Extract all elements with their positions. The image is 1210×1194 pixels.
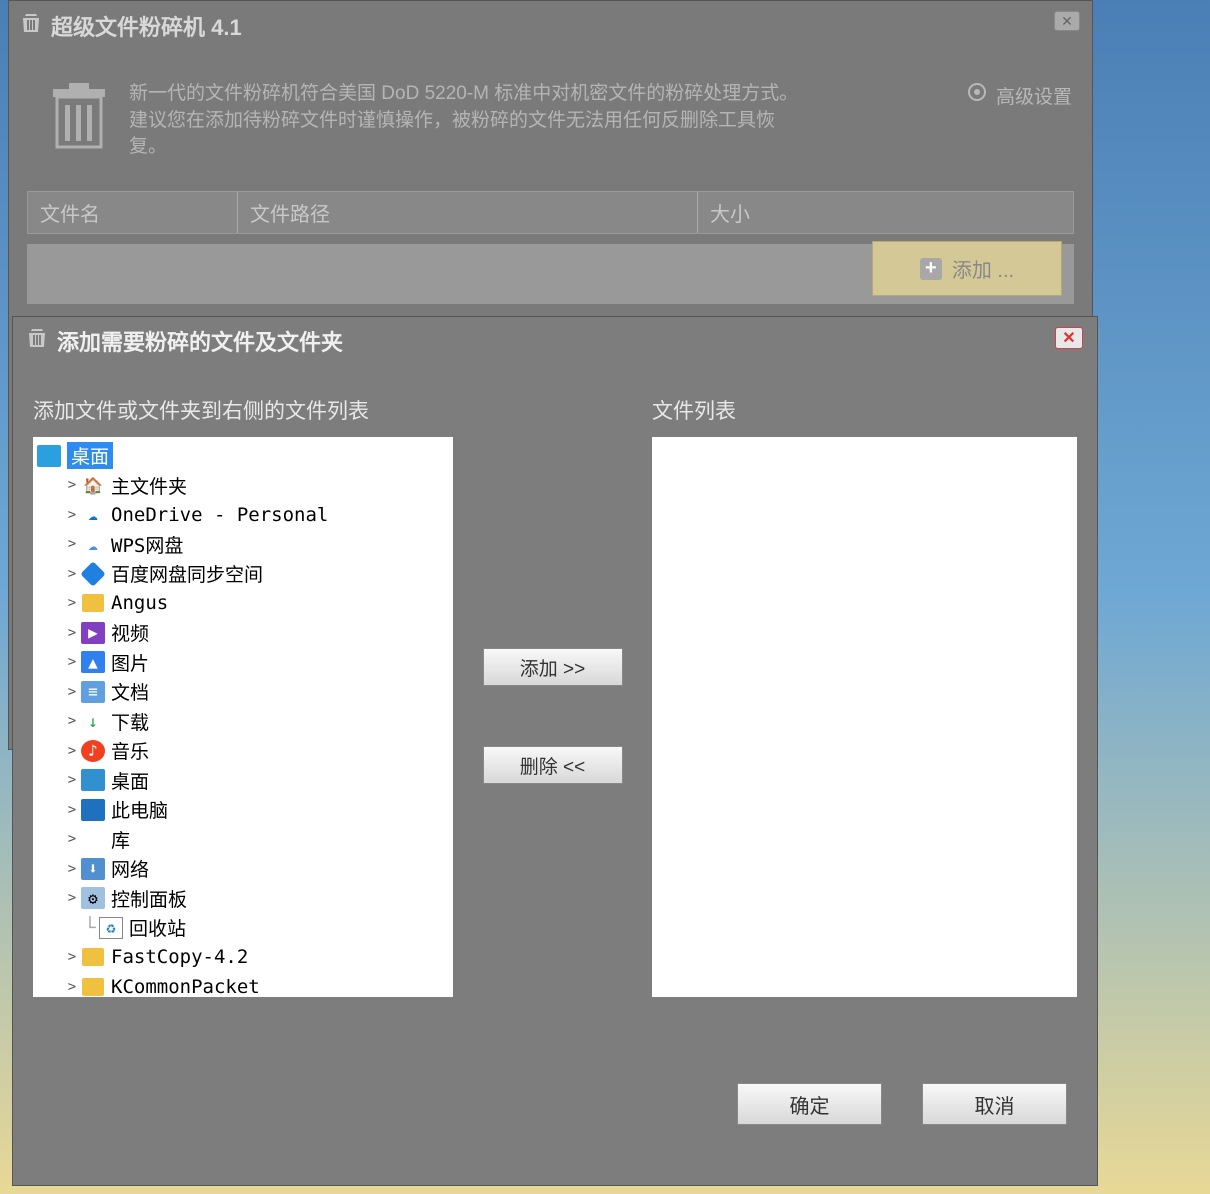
trash-icon bbox=[21, 12, 41, 40]
tree-item[interactable]: >🏠主文件夹 bbox=[35, 471, 451, 501]
chevron-right-icon[interactable]: > bbox=[63, 654, 81, 670]
tree-item-label: 主文件夹 bbox=[111, 472, 187, 499]
tree-item-label: 桌面 bbox=[111, 767, 149, 794]
dialog-titlebar: 添加需要粉碎的文件及文件夹 bbox=[13, 317, 1097, 365]
tree-item-label: 回收站 bbox=[129, 914, 186, 941]
add-label: 添加 ... bbox=[952, 254, 1014, 283]
ok-button[interactable]: 确定 bbox=[737, 1083, 882, 1125]
tree-item[interactable]: >▲图片 bbox=[35, 648, 451, 678]
info-panel: 新一代的文件粉碎机符合美国 DoD 5220-M 标准中对机密文件的粉碎处理方式… bbox=[9, 51, 1092, 181]
tree-item[interactable]: >▶视频 bbox=[35, 618, 451, 648]
tree-item[interactable]: >库 bbox=[35, 825, 451, 855]
tree-item[interactable]: > KCommonPacket bbox=[35, 972, 451, 997]
tree-item-label: WPS网盘 bbox=[111, 531, 183, 558]
tree-item-label: 此电脑 bbox=[111, 796, 168, 823]
tree-item-label: 库 bbox=[111, 826, 130, 853]
chevron-right-icon[interactable]: > bbox=[63, 536, 81, 552]
add-file-button[interactable]: + 添加 ... bbox=[872, 241, 1062, 296]
chevron-right-icon[interactable]: > bbox=[63, 713, 81, 729]
tree-item[interactable]: >☁OneDrive - Personal bbox=[35, 500, 451, 530]
trash-large-icon bbox=[49, 81, 109, 151]
tree-item[interactable]: >↓下载 bbox=[35, 707, 451, 737]
tree-item[interactable]: >⬇网络 bbox=[35, 854, 451, 884]
desktop-icon bbox=[37, 445, 61, 467]
tree-item-label: 百度网盘同步空间 bbox=[111, 560, 263, 587]
tree-item-label: 控制面板 bbox=[111, 885, 187, 912]
chevron-right-icon[interactable]: > bbox=[63, 949, 81, 965]
transfer-buttons: 添加 >> 删除 << bbox=[475, 395, 630, 997]
tree-item[interactable]: >♪音乐 bbox=[35, 736, 451, 766]
trash-icon bbox=[27, 327, 47, 355]
tree-item[interactable]: >⚙控制面板 bbox=[35, 884, 451, 914]
dialog-buttons: 确定 取消 bbox=[737, 1083, 1067, 1125]
file-list-label: 文件列表 bbox=[652, 395, 1077, 425]
remove-from-list-button[interactable]: 删除 << bbox=[483, 746, 623, 784]
file-table-header: 文件名 文件路径 大小 bbox=[27, 191, 1074, 234]
tree-item-label: OneDrive - Personal bbox=[111, 504, 328, 526]
plus-icon: + bbox=[920, 258, 942, 280]
col-filename[interactable]: 文件名 bbox=[28, 192, 238, 233]
col-filepath[interactable]: 文件路径 bbox=[238, 192, 698, 233]
main-title: 超级文件粉碎机 4.1 bbox=[51, 10, 242, 42]
chevron-right-icon[interactable]: > bbox=[63, 743, 81, 759]
tree-panel-label: 添加文件或文件夹到右侧的文件列表 bbox=[33, 395, 453, 425]
file-list[interactable] bbox=[652, 437, 1077, 997]
info-description: 新一代的文件粉碎机符合美国 DoD 5220-M 标准中对机密文件的粉碎处理方式… bbox=[129, 81, 809, 161]
tree-item[interactable]: └♻回收站 bbox=[35, 913, 451, 943]
file-list-panel: 文件列表 bbox=[652, 395, 1077, 997]
tree-item-label: Angus bbox=[111, 592, 168, 614]
tree-item-label: 桌面 bbox=[67, 442, 113, 469]
tree-item[interactable]: > FastCopy-4.2 bbox=[35, 943, 451, 973]
cancel-button[interactable]: 取消 bbox=[922, 1083, 1067, 1125]
tree-item-label: FastCopy-4.2 bbox=[111, 946, 248, 968]
chevron-right-icon[interactable]: > bbox=[63, 684, 81, 700]
main-close-button[interactable]: ✕ bbox=[1054, 11, 1080, 31]
tree-item[interactable]: >≡文档 bbox=[35, 677, 451, 707]
chevron-right-icon[interactable]: > bbox=[63, 890, 81, 906]
tree-item[interactable]: > 桌面 bbox=[35, 766, 451, 796]
tree-item-label: 视频 bbox=[111, 619, 149, 646]
tree-item-label: 下载 bbox=[111, 708, 149, 735]
chevron-right-icon[interactable]: > bbox=[63, 772, 81, 788]
tree-item[interactable]: > 百度网盘同步空间 bbox=[35, 559, 451, 589]
chevron-right-icon[interactable]: > bbox=[63, 477, 81, 493]
tree-item-label: 网络 bbox=[111, 855, 149, 882]
folder-tree[interactable]: 桌面>🏠主文件夹>☁OneDrive - Personal>☁WPS网盘>百度网… bbox=[33, 437, 453, 997]
chevron-right-icon[interactable]: > bbox=[63, 831, 81, 847]
tree-item-label: 音乐 bbox=[111, 737, 149, 764]
tree-root-item[interactable]: 桌面 bbox=[35, 441, 451, 471]
add-files-dialog: 添加需要粉碎的文件及文件夹 ✕ 添加文件或文件夹到右侧的文件列表 桌面>🏠主文件… bbox=[12, 316, 1098, 1186]
tree-item-label: KCommonPacket bbox=[111, 976, 260, 997]
chevron-right-icon[interactable]: > bbox=[63, 595, 81, 611]
chevron-right-icon[interactable]: > bbox=[63, 979, 81, 995]
tree-panel: 添加文件或文件夹到右侧的文件列表 桌面>🏠主文件夹>☁OneDrive - Pe… bbox=[33, 395, 453, 997]
gear-icon bbox=[966, 81, 988, 109]
chevron-right-icon[interactable]: > bbox=[63, 625, 81, 641]
chevron-right-icon[interactable]: > bbox=[63, 566, 81, 582]
dialog-close-button[interactable]: ✕ bbox=[1055, 327, 1083, 349]
chevron-right-icon[interactable]: > bbox=[63, 802, 81, 818]
col-filesize[interactable]: 大小 bbox=[698, 192, 1073, 233]
tree-item[interactable]: > 此电脑 bbox=[35, 795, 451, 825]
tree-item[interactable]: >☁WPS网盘 bbox=[35, 530, 451, 560]
settings-label: 高级设置 bbox=[996, 82, 1072, 109]
add-to-list-button[interactable]: 添加 >> bbox=[483, 648, 623, 686]
tree-item[interactable]: > Angus bbox=[35, 589, 451, 619]
chevron-right-icon[interactable]: > bbox=[63, 861, 81, 877]
tree-item-label: 图片 bbox=[111, 649, 149, 676]
dialog-title: 添加需要粉碎的文件及文件夹 bbox=[57, 325, 343, 357]
advanced-settings-link[interactable]: 高级设置 bbox=[966, 81, 1072, 109]
chevron-right-icon[interactable]: > bbox=[63, 507, 81, 523]
main-titlebar: 超级文件粉碎机 4.1 bbox=[9, 1, 1092, 51]
tree-item-label: 文档 bbox=[111, 678, 149, 705]
